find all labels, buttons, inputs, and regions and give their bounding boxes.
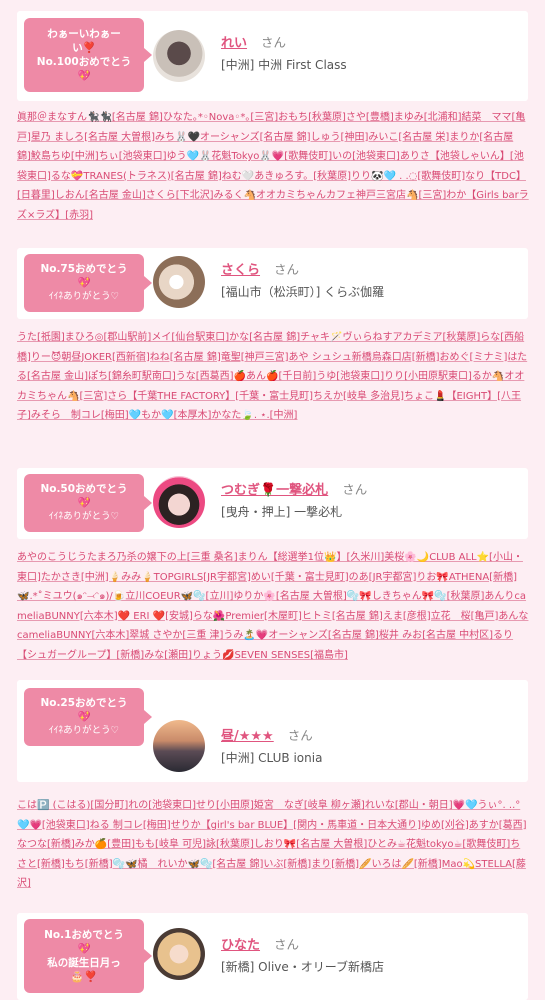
cast-name-link[interactable]: ひなた さん: [221, 934, 299, 953]
honorific: さん: [274, 937, 300, 952]
badge-line: No.75おめでとう: [40, 263, 128, 275]
ranking-card: No.75おめでとう 💖 ｲｲﾈありがとう♡ さくら さん [福山市（松浜町）] …: [17, 248, 528, 319]
ranking-card: No.50おめでとう 💖 ｲｲﾈありがとう♡ つむぎ🌹一撃必札 さん [曳舟・押上…: [17, 468, 528, 539]
badge-line: 💖: [77, 497, 91, 509]
ranking-card: わぁーいわぁー い❣️ No.100おめでとう 💖 れい さん [中洲] 中洲 F…: [17, 11, 528, 101]
cast-name-link[interactable]: つむぎ🌹一撃必札 さん: [221, 479, 367, 498]
badge-line: 🎂❣️: [70, 971, 98, 983]
badge-line: No.25おめでとう: [40, 697, 128, 709]
avatar[interactable]: [153, 256, 205, 308]
badge-line: 💖: [77, 943, 91, 955]
badge-line: 💖: [77, 70, 91, 82]
honorific: さん: [287, 728, 313, 743]
shop-label: [中洲] 中洲 First Class: [221, 58, 347, 72]
honorific: さん: [261, 35, 287, 50]
rank-badge: No.25おめでとう 💖 ｲｲﾈありがとう♡: [24, 688, 152, 746]
shop-label: [中洲] CLUB ionia: [221, 751, 323, 765]
badge-line: ｲｲﾈありがとう♡: [48, 725, 120, 736]
badge-line: ｲｲﾈありがとう♡: [48, 511, 120, 522]
badge-line: 💖: [77, 711, 91, 723]
shop-label: [新橋] Olive・オリーブ新橋店: [221, 960, 385, 974]
avatar[interactable]: [153, 476, 205, 528]
rank-badge: No.50おめでとう 💖 ｲｲﾈありがとう♡: [24, 474, 152, 532]
cast-name-link[interactable]: れい さん: [221, 32, 286, 51]
avatar[interactable]: [153, 720, 205, 772]
like-user-list[interactable]: こは🅿️ (こはる)[国分町]れの[池袋東口]せり[小田原]姫宮 なぎ[岐阜 柳…: [17, 796, 529, 894]
shop-label: [曳舟・押上] 一撃必札: [221, 505, 343, 519]
honorific: さん: [342, 482, 368, 497]
rank-badge: No.1おめでとう 💖 私の誕生日月っ 🎂❣️: [24, 919, 152, 993]
shop-label: [福山市（松浜町）] くらぶ伽羅: [221, 285, 385, 299]
badge-line: 💖: [77, 277, 91, 289]
rank-badge: わぁーいわぁー い❣️ No.100おめでとう 💖: [24, 18, 152, 92]
rank-badge: No.75おめでとう 💖 ｲｲﾈありがとう♡: [24, 254, 152, 312]
like-user-list[interactable]: 眞那＠まなすん🐈‍⬛🐈‍⬛[名古屋 錦]ひなた｡*◦Nova◦*｡[三宮]おもち…: [17, 108, 529, 226]
ranking-card: No.1おめでとう 💖 私の誕生日月っ 🎂❣️ ひなた さん [新橋] Olive…: [17, 913, 528, 1000]
badge-line: い❣️: [72, 42, 96, 54]
like-user-list[interactable]: あやのこうじうたまろ乃杀の嬢下の上[三重 桑名]まりん【総選挙1位👑】[久米川]…: [17, 548, 529, 666]
honorific: さん: [274, 262, 300, 277]
badge-line: No.1おめでとう: [44, 929, 124, 941]
like-user-list[interactable]: うた[祇園]まひろ◎[郡山駅前]メイ[仙台駅東口]かな[名古屋 錦]チャキ🪄ヴぃ…: [17, 328, 529, 426]
ranking-card: No.25おめでとう 💖 ｲｲﾈありがとう♡ 昼/★★★ さん [中洲] CLUB…: [17, 680, 528, 782]
avatar[interactable]: [153, 928, 205, 980]
badge-line: わぁーいわぁー: [47, 28, 121, 40]
badge-line: 私の誕生日月っ: [47, 957, 121, 969]
cast-name-link[interactable]: さくら さん: [221, 259, 299, 278]
badge-line: ｲｲﾈありがとう♡: [48, 291, 120, 302]
avatar[interactable]: [153, 30, 205, 82]
cast-name-link[interactable]: 昼/★★★ さん: [221, 725, 313, 744]
badge-line: No.50おめでとう: [40, 483, 128, 495]
badge-line: No.100おめでとう: [36, 56, 132, 68]
